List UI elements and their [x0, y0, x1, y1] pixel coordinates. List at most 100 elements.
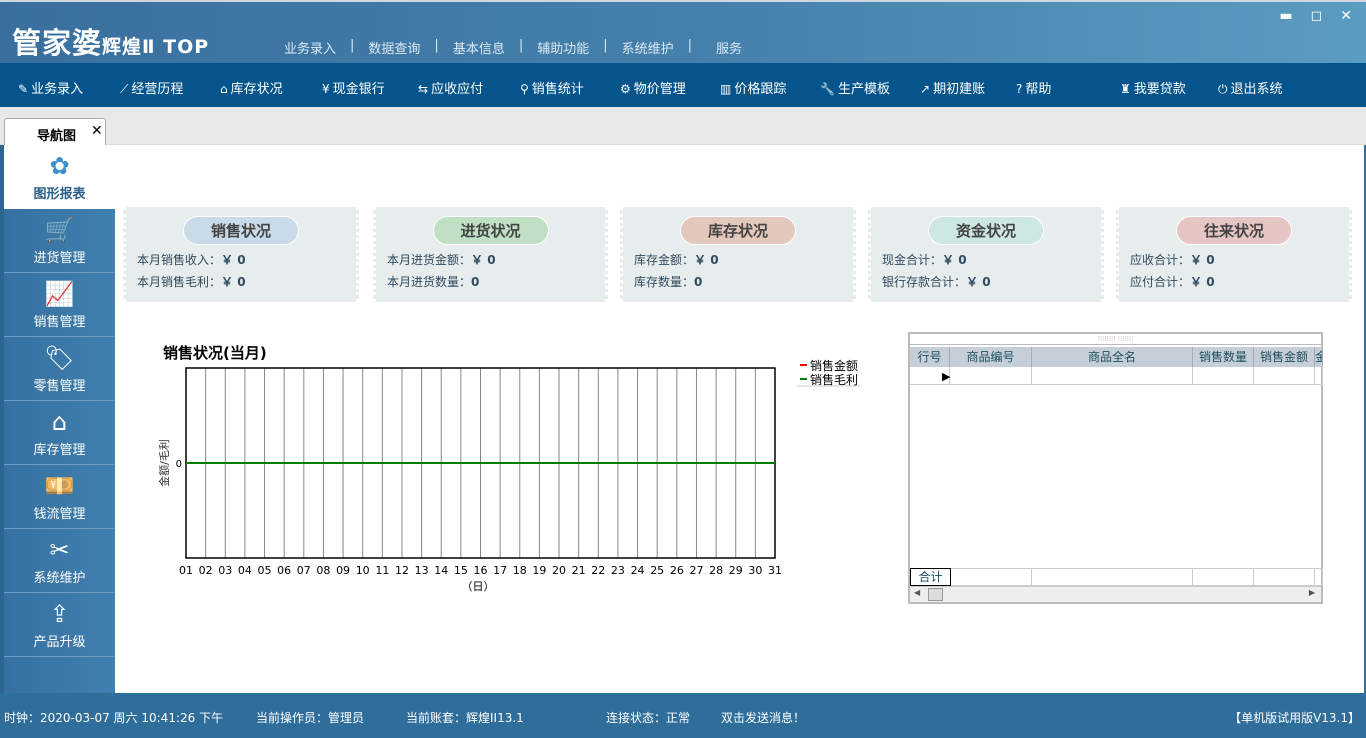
toolbar-bar-chart-button[interactable]: ▥ 价格跟踪 [720, 78, 786, 97]
scroll-thumb[interactable] [928, 588, 943, 601]
help-icon: ? [1016, 82, 1023, 96]
sidebar-item-label: 进货管理 [33, 251, 86, 266]
horizontal-scrollbar[interactable]: ◀ ▶ [910, 586, 1321, 602]
tools-icon: ✂ [49, 536, 70, 564]
sidebar-item-upload[interactable]: ⇪ 产品升级 [4, 593, 115, 657]
grid-cell[interactable] [1032, 367, 1193, 385]
gear-icon: ⚙ [620, 82, 631, 96]
card-title[interactable]: 销售状况 [183, 216, 299, 245]
tag-icon: 🏷 [44, 344, 75, 372]
card-row-label: 本月进货数量： [387, 275, 472, 289]
card-row: 本月进货金额：￥ 0 [387, 251, 496, 268]
toolbar-label: 现金银行 [332, 82, 385, 97]
status-clock: 时钟：2020-03-07 周六 10:41:26 下午 [4, 711, 224, 725]
card-row-label: 现金合计： [882, 253, 943, 267]
status-connection: 连接状态：正常 [606, 711, 691, 725]
grid-drag-handle[interactable]: ⁞⁞⁞⁞⁞⁞⁞⁞ ⁞⁞⁞⁞⁞⁞⁞ [910, 334, 1321, 345]
grid-cell[interactable] [1193, 367, 1254, 385]
minimize-button[interactable]: ▬ [1279, 8, 1292, 24]
menu-aux-functions[interactable]: 辅助功能 [537, 38, 589, 57]
close-tab-icon[interactable]: ✕ [91, 123, 103, 139]
card-row-label: 库存数量： [634, 275, 695, 289]
send-message-link[interactable]: 双击发送消息！ [721, 709, 805, 726]
sidebar-item-cash[interactable]: 💴 钱流管理 [4, 465, 115, 529]
toolbar-exchange-button[interactable]: ⇆ 应收应付 [418, 78, 483, 97]
maximize-button[interactable]: ◻ [1311, 8, 1323, 24]
footer-cell [1254, 568, 1315, 586]
home-icon: ⌂ [220, 82, 228, 96]
toolbar-label: 价格跟踪 [734, 82, 787, 97]
toolbar-label: 应收应付 [431, 82, 484, 97]
toolbar-help-button[interactable]: ? 帮助 [1016, 78, 1051, 97]
toolbar-search-button[interactable]: ⚲ 销售统计 [520, 78, 584, 97]
sales-detail-grid[interactable]: ⁞⁞⁞⁞⁞⁞⁞⁞ ⁞⁞⁞⁞⁞⁞⁞ 行号商品编号商品全名销售数量销售金额金 ▶ 合… [908, 332, 1323, 604]
status-card: 进货状况本月进货金额：￥ 0 本月进货数量：0 [373, 207, 608, 302]
grid-cell[interactable] [950, 367, 1032, 385]
sidebar-item-grid[interactable]: ✿ 图形报表 [4, 145, 115, 209]
toolbar-money-bag-button[interactable]: ♜ 我要贷款 [1120, 78, 1186, 97]
column-header[interactable]: 商品编号 [950, 347, 1032, 367]
status-card: 往来状况 应收合计：￥ 0 应付合计：￥ 0 [1116, 207, 1352, 302]
card-row-value: ￥ 0 [694, 253, 719, 267]
menu-business-entry[interactable]: 业务录入 [284, 38, 336, 57]
card-row: 本月销售毛利：￥ 0 [137, 273, 246, 290]
tab-navigation-map[interactable]: 导航图 ✕ [4, 118, 106, 146]
toolbar-label: 生产模板 [837, 82, 890, 97]
card-row-label: 本月销售收入： [137, 253, 222, 267]
card-row-value: ￥ 0 [221, 253, 246, 267]
status-version: 【单机版试用版V13.1】 [1229, 711, 1360, 725]
card-title[interactable]: 往来状况 [1176, 216, 1292, 245]
status-operator: 当前操作员：管理员 [256, 711, 365, 725]
sidebar-item-tools[interactable]: ✂ 系统维护 [4, 529, 115, 593]
toolbar-power-button[interactable]: ⏻ 退出系统 [1218, 78, 1283, 97]
sidebar-item-house[interactable]: ⌂ 库存管理 [4, 401, 115, 465]
house-icon: ⌂ [51, 408, 68, 436]
grid-cell[interactable] [1315, 367, 1323, 385]
card-title[interactable]: 库存状况 [680, 216, 796, 245]
card-row: 应收合计：￥ 0 [1130, 251, 1215, 268]
toolbar-external-link-button[interactable]: ↗ 期初建账 [920, 78, 985, 97]
menu-service[interactable]: 服务 [716, 38, 742, 57]
app-logo: 管家婆辉煌Ⅱ TOP [12, 20, 209, 62]
card-row-value: 0 [471, 275, 480, 289]
toolbar-label: 销售统计 [531, 82, 584, 97]
toolbar-yen-button[interactable]: ¥ 现金银行 [322, 78, 385, 97]
cart-icon: 🛒 [44, 216, 75, 244]
menu-system-maintenance[interactable]: 系统维护 [622, 38, 674, 57]
column-header[interactable]: 商品全名 [1032, 347, 1193, 367]
column-header[interactable]: 销售数量 [1193, 347, 1254, 367]
toolbar-edit-button[interactable]: ✎ 业务录入 [18, 78, 83, 97]
close-button[interactable]: ✕ [1340, 8, 1352, 24]
money-bag-icon: ♜ [1120, 82, 1131, 96]
card-row-value: 0 [694, 275, 703, 289]
current-row-indicator-icon: ▶ [942, 370, 951, 383]
card-title[interactable]: 资金状况 [928, 216, 1044, 245]
card-row: 库存数量：0 [634, 273, 702, 290]
toolbar-wrench-button[interactable]: 🔧 生产模板 [820, 78, 890, 97]
sidebar-item-cart[interactable]: 🛒 进货管理 [4, 209, 115, 273]
edit-icon: ✎ [18, 82, 29, 96]
card-row-label: 应付合计： [1130, 275, 1191, 289]
toolbar-gear-button[interactable]: ⚙ 物价管理 [620, 78, 686, 97]
menu-data-query[interactable]: 数据查询 [368, 38, 420, 57]
menu-basic-info[interactable]: 基本信息 [453, 38, 505, 57]
scroll-left-icon[interactable]: ◀ [914, 588, 920, 597]
toolbar-label: 期初建账 [933, 82, 986, 97]
scroll-right-icon[interactable]: ▶ [1309, 588, 1315, 597]
status-card: 库存状况库存金额：￥ 0 库存数量：0 [620, 207, 856, 302]
toolbar-home-button[interactable]: ⌂ 库存状况 [220, 78, 283, 97]
footer-cell [1315, 568, 1323, 586]
toolbar-chart-button[interactable]: ⟋ 经营历程 [120, 78, 183, 97]
grid-cell[interactable] [1254, 367, 1315, 385]
toolbar-label: 业务录入 [31, 82, 84, 97]
column-header[interactable]: 金 [1315, 347, 1323, 367]
sidebar-item-trend[interactable]: 📈 销售管理 [4, 273, 115, 337]
column-header[interactable]: 行号 [910, 347, 950, 367]
tab-label: 导航图 [37, 129, 77, 144]
footer-total-label: 合计 [910, 568, 951, 586]
card-title[interactable]: 进货状况 [432, 216, 549, 245]
sidebar-item-tag[interactable]: 🏷 零售管理 [4, 337, 115, 401]
status-card: 资金状况 现金合计：￥ 0 银行存款合计：￥ 0 [868, 207, 1104, 302]
column-header[interactable]: 销售金额 [1254, 347, 1315, 367]
card-row: 库存金额：￥ 0 [634, 251, 719, 268]
